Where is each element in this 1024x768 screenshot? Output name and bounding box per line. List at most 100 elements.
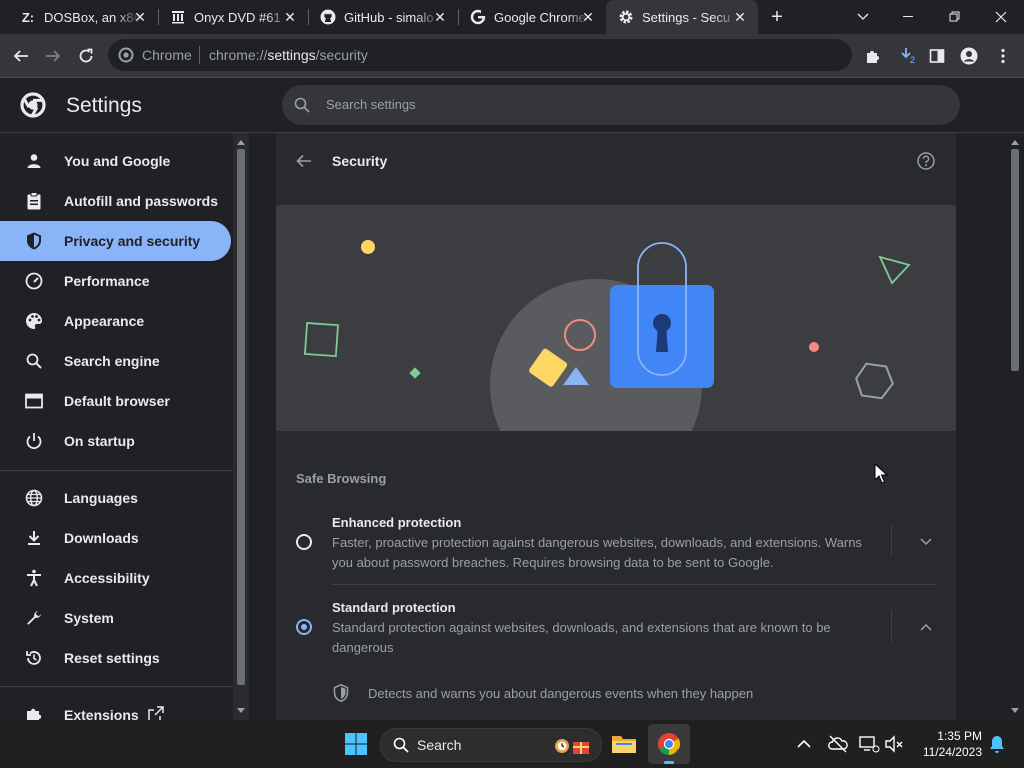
chrome-logo-icon [20, 92, 46, 118]
sidebar-scrollbar-thumb[interactable] [237, 149, 245, 685]
tab-dosbox[interactable]: Z: DOSBox, an x86 ✕ [8, 0, 158, 34]
tab-onyx[interactable]: Onyx DVD #61 ✕ [158, 0, 308, 34]
forward-button[interactable] [40, 43, 66, 69]
side-panel-button[interactable] [924, 43, 950, 69]
help-button[interactable] [916, 151, 936, 171]
radio-enhanced-protection[interactable] [296, 534, 312, 550]
active-app-indicator [664, 761, 674, 764]
taskbar-search-box[interactable]: Search [380, 728, 602, 762]
shield-icon [333, 684, 349, 702]
speedometer-icon [24, 271, 44, 291]
shield-icon [24, 231, 44, 251]
close-window-button[interactable] [978, 0, 1024, 34]
sidebar-item-search-engine[interactable]: Search engine [0, 341, 231, 381]
sidebar-item-label: Languages [64, 490, 138, 506]
close-icon[interactable]: ✕ [732, 9, 748, 25]
sidebar-item-privacy-and-security[interactable]: Privacy and security [0, 221, 231, 261]
taskbar-search-label: Search [417, 737, 462, 753]
option-desc-line2: dangerous [332, 640, 394, 655]
tab-title: DOSBox, an x86 [44, 9, 140, 25]
tab-search-button[interactable] [840, 0, 886, 34]
option-title: Enhanced protection [332, 515, 462, 530]
sidebar-item-appearance[interactable]: Appearance [0, 301, 231, 341]
main-scrollbar[interactable] [1006, 133, 1024, 720]
main-scrollbar-thumb[interactable] [1011, 149, 1019, 371]
back-arrow-button[interactable] [288, 149, 320, 173]
arrow-left-icon [296, 154, 311, 168]
close-icon[interactable]: ✕ [580, 9, 596, 25]
tab-settings[interactable]: Settings - Secu ✕ [606, 0, 758, 34]
sidebar-item-label: On startup [64, 433, 135, 449]
bell-icon [990, 736, 1004, 753]
chrome-taskbar-button[interactable] [648, 724, 690, 764]
option-standard-protection[interactable]: Standard protection Standard protection … [276, 594, 956, 666]
sidebar-item-label: Privacy and security [64, 233, 201, 249]
close-icon[interactable]: ✕ [432, 9, 448, 25]
extensions-button[interactable] [860, 43, 886, 69]
chevron-up-icon [797, 739, 811, 748]
tab-title: Google Chrome [494, 9, 586, 25]
sidebar-item-autofill[interactable]: Autofill and passwords [0, 181, 231, 221]
arrow-left-icon [13, 50, 28, 62]
speaker-muted-icon [885, 735, 903, 753]
tab-github[interactable]: GitHub - simalo ✕ [308, 0, 458, 34]
mouse-cursor-icon [874, 463, 888, 484]
option-enhanced-protection[interactable]: Enhanced protection Faster, proactive pr… [276, 509, 956, 581]
downloads-button[interactable]: 2 [894, 43, 920, 69]
sidebar-item-reset-settings[interactable]: Reset settings [0, 638, 231, 678]
chevron-down-icon [857, 13, 869, 20]
reload-button[interactable] [73, 43, 99, 69]
reset-icon [24, 648, 44, 668]
file-explorer-button[interactable] [610, 730, 638, 758]
tray-overflow-button[interactable] [796, 736, 812, 752]
settings-title: Settings [66, 94, 142, 117]
sidebar-item-languages[interactable]: Languages [0, 478, 231, 518]
start-button[interactable] [344, 732, 368, 756]
onedrive-tray-icon[interactable] [828, 734, 848, 754]
chrome-logo-icon [118, 47, 134, 63]
windows-taskbar: Search 1:35 PM 11/24/2023 [0, 720, 1024, 768]
restore-button[interactable] [932, 0, 978, 34]
radio-standard-protection[interactable] [296, 619, 312, 635]
sidebar-item-downloads[interactable]: Downloads [0, 518, 231, 558]
option-desc-line1: Standard protection against websites, do… [332, 620, 831, 635]
sidebar-item-on-startup[interactable]: On startup [0, 421, 231, 461]
sidebar-item-label: Appearance [64, 313, 145, 329]
omnibox-url: chrome://settings/security [209, 47, 368, 63]
close-icon[interactable]: ✕ [282, 9, 298, 25]
sidebar-item-label: You and Google [64, 153, 171, 169]
back-button[interactable] [8, 43, 34, 69]
sidebar-item-default-browser[interactable]: Default browser [0, 381, 231, 421]
kebab-menu-icon [1001, 48, 1005, 64]
settings-sidebar: You and Google Autofill and passwords Pr… [0, 133, 233, 720]
option-desc-line1: Faster, proactive protection against dan… [332, 535, 862, 550]
new-tab-button[interactable]: + [766, 6, 788, 28]
clock[interactable]: 1:35 PM 11/24/2023 [912, 728, 982, 760]
sidebar-item-extensions[interactable]: Extensions [0, 695, 231, 720]
sidebar-item-label: Extensions [64, 707, 139, 720]
menu-button[interactable] [990, 43, 1016, 69]
profile-button[interactable] [956, 43, 982, 69]
tab-title: Settings - Secu [642, 9, 731, 25]
sidebar-item-label: Performance [64, 273, 150, 289]
close-icon[interactable]: ✕ [132, 9, 148, 25]
chevron-down-icon [920, 538, 932, 546]
sidebar-item-accessibility[interactable]: Accessibility [0, 558, 231, 598]
palette-icon [24, 311, 44, 331]
sidebar-item-you-and-google[interactable]: You and Google [0, 141, 231, 181]
tab-google-chrome[interactable]: Google Chrome ✕ [458, 0, 606, 34]
notifications-button[interactable] [988, 734, 1006, 754]
search-settings-input[interactable]: Search settings [282, 85, 960, 125]
omnibox[interactable]: Chrome chrome://settings/security [108, 39, 852, 71]
puzzle-icon [867, 51, 879, 63]
sidebar-scrollbar[interactable] [233, 133, 249, 720]
sidebar-item-performance[interactable]: Performance [0, 261, 231, 301]
volume-tray-icon[interactable] [884, 734, 904, 754]
minimize-button[interactable] [886, 0, 932, 34]
sidebar-item-label: Accessibility [64, 570, 150, 586]
security-page-card: Security Safe Browsing Enhanced protecti… [276, 133, 956, 720]
sidebar-item-system[interactable]: System [0, 598, 231, 638]
tab-title: GitHub - simalo [344, 9, 434, 25]
scroll-up-icon [237, 140, 245, 145]
network-tray-icon[interactable] [858, 734, 880, 754]
